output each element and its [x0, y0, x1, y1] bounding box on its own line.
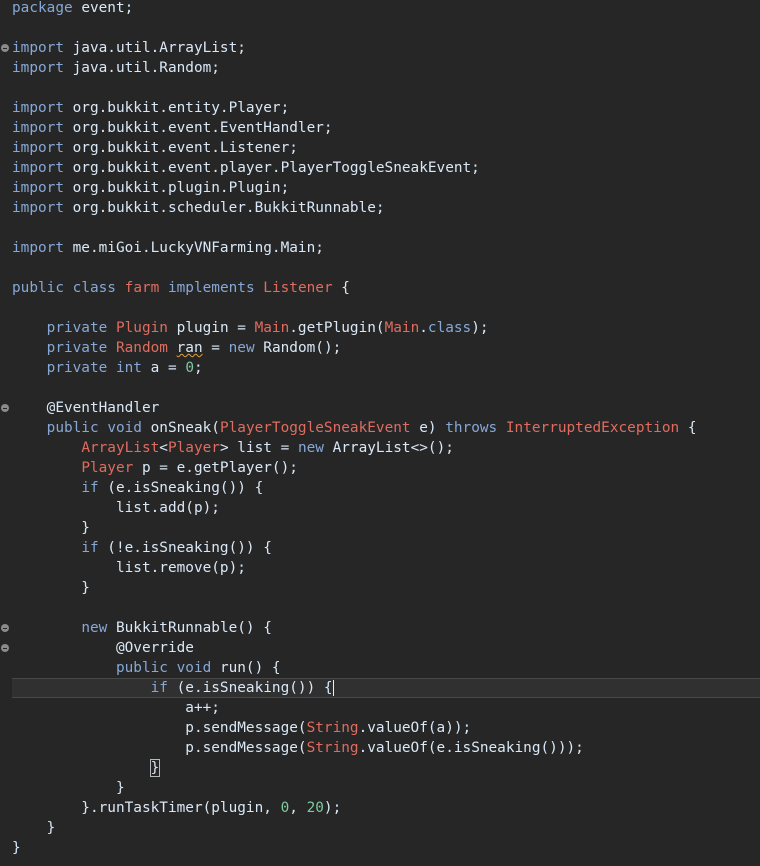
code-line[interactable]: if (e.isSneaking()) { — [12, 678, 334, 698]
code-line[interactable]: private int a = 0; — [12, 358, 203, 378]
code-line[interactable]: private Plugin plugin = Main.getPlugin(M… — [12, 318, 489, 338]
code-line[interactable]: } — [12, 778, 125, 798]
code-line[interactable]: import org.bukkit.event.EventHandler; — [12, 118, 333, 138]
code-line[interactable]: @EventHandler — [12, 398, 160, 418]
code-editor[interactable]: package event; import java.util.ArrayList… — [0, 0, 760, 866]
code-line[interactable]: Player p = e.getPlayer(); — [12, 458, 298, 478]
code-line[interactable]: ArrayList<Player> list = new ArrayList<>… — [12, 438, 454, 458]
fold-collapse-icon[interactable] — [1, 644, 9, 652]
code-line[interactable]: private Random ran = new Random(); — [12, 338, 342, 358]
code-line[interactable]: list.remove(p); — [12, 558, 246, 578]
code-line[interactable]: new BukkitRunnable() { — [12, 618, 272, 638]
code-line[interactable]: if (!e.isSneaking()) { — [12, 538, 272, 558]
code-line[interactable]: public class farm implements Listener { — [12, 278, 350, 298]
code-line[interactable]: import me.miGoi.LuckyVNFarming.Main; — [12, 238, 324, 258]
code-line[interactable]: } — [12, 758, 161, 778]
fold-collapse-icon[interactable] — [1, 404, 9, 412]
code-line[interactable]: import org.bukkit.scheduler.BukkitRunnab… — [12, 198, 385, 218]
code-line[interactable]: if (e.isSneaking()) { — [12, 478, 263, 498]
code-line[interactable]: import org.bukkit.plugin.Plugin; — [12, 178, 289, 198]
code-line[interactable]: }.runTaskTimer(plugin, 0, 20); — [12, 798, 341, 818]
fold-collapse-icon[interactable] — [1, 624, 9, 632]
code-line[interactable]: p.sendMessage(String.valueOf(a)); — [12, 718, 471, 738]
text-caret — [332, 680, 334, 696]
code-line[interactable]: public void run() { — [12, 658, 281, 678]
code-line[interactable]: package event; — [12, 0, 133, 18]
code-line[interactable]: @Override — [12, 638, 194, 658]
code-line[interactable]: } — [12, 818, 56, 838]
code-line[interactable]: } — [12, 838, 21, 858]
code-line[interactable]: import org.bukkit.event.Listener; — [12, 138, 298, 158]
fold-collapse-icon[interactable] — [1, 44, 9, 52]
code-line[interactable]: import java.util.ArrayList; — [12, 38, 246, 58]
code-line[interactable]: import java.util.Random; — [12, 58, 220, 78]
code-line[interactable]: p.sendMessage(String.valueOf(e.isSneakin… — [12, 738, 584, 758]
code-line[interactable]: } — [12, 518, 90, 538]
code-line[interactable]: a++; — [12, 698, 220, 718]
code-line[interactable]: list.add(p); — [12, 498, 220, 518]
code-line[interactable]: import org.bukkit.entity.Player; — [12, 98, 289, 118]
editor-gutter — [0, 0, 12, 866]
code-line[interactable]: import org.bukkit.event.player.PlayerTog… — [12, 158, 480, 178]
code-line[interactable]: } — [12, 578, 90, 598]
code-line[interactable]: public void onSneak(PlayerToggleSneakEve… — [12, 418, 697, 438]
